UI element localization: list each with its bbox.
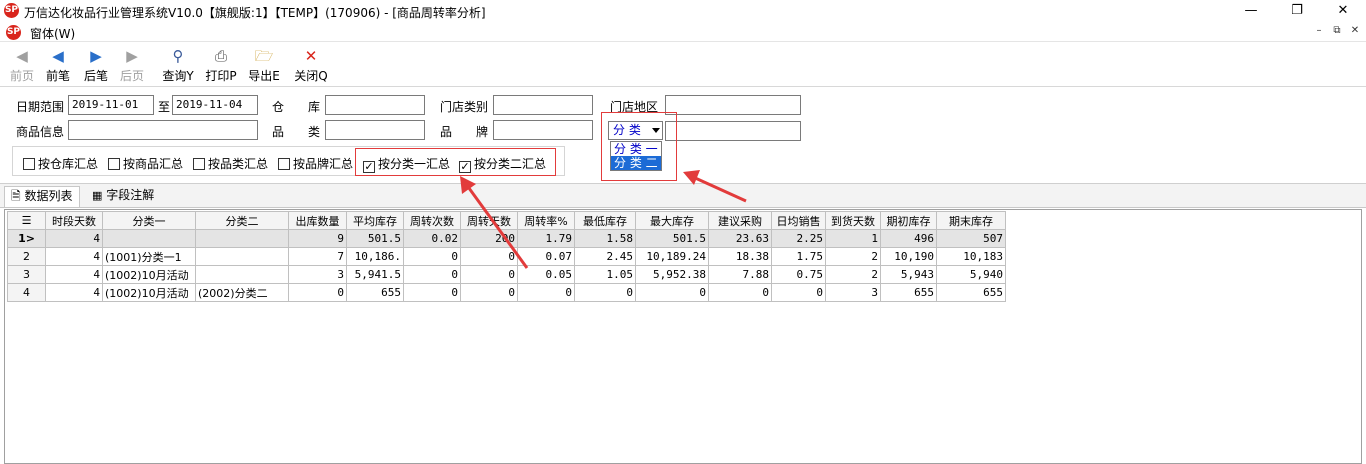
annotation-arrows: [460, 170, 747, 269]
arrow-to-checkboxes: [464, 183, 529, 269]
arrow-head-checkboxes: [460, 176, 476, 194]
arrow-to-dropdown: [692, 175, 747, 203]
